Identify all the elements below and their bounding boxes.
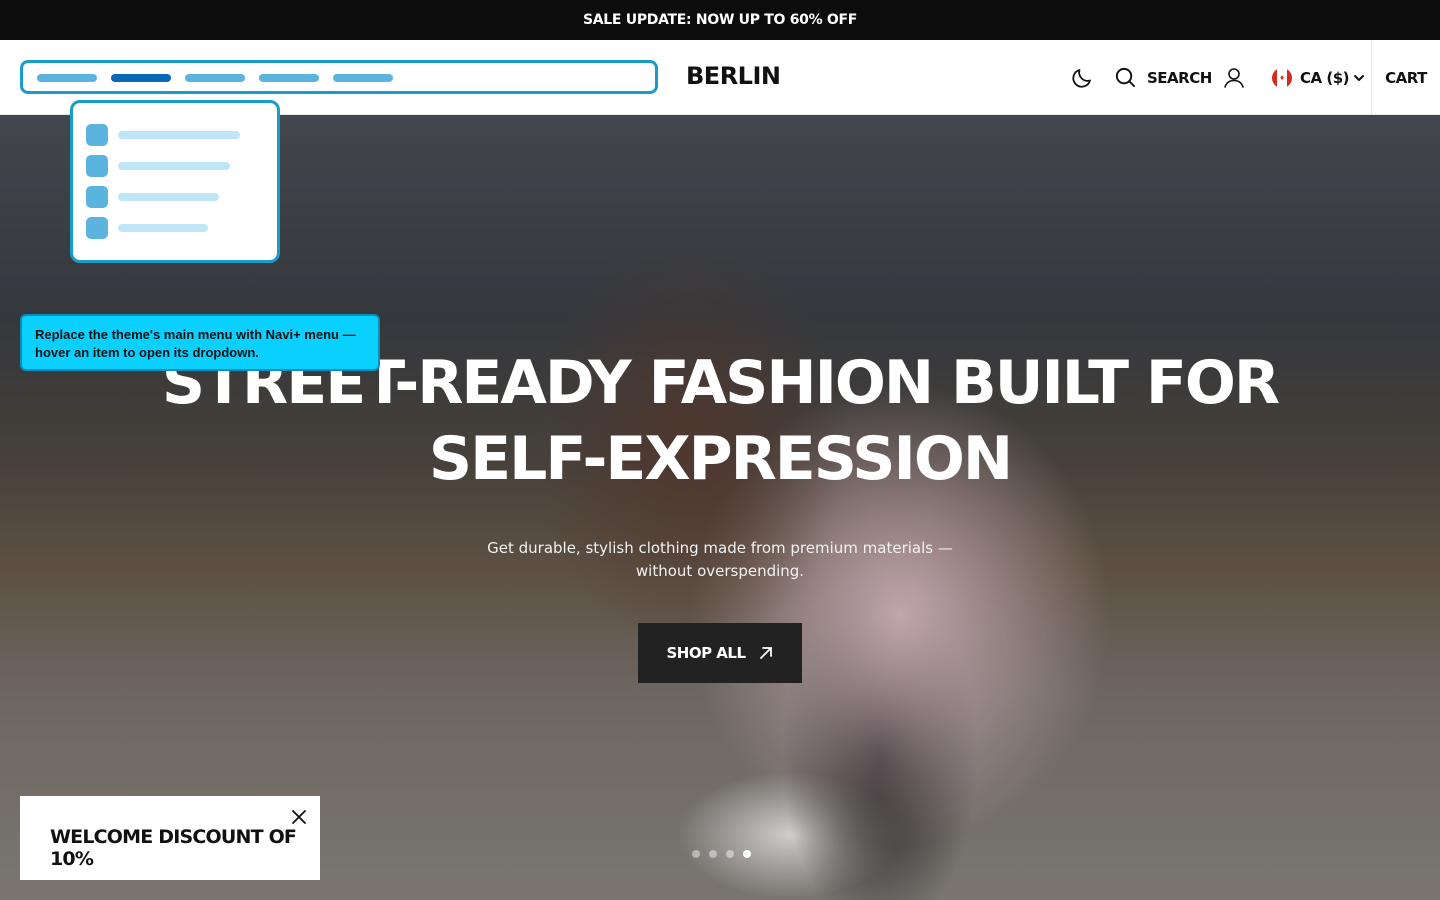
canada-flag-icon: ♦ bbox=[1272, 67, 1292, 88]
slide-dot[interactable] bbox=[709, 850, 717, 858]
dropdown-preview-item[interactable] bbox=[86, 155, 230, 177]
arrow-up-right-icon bbox=[759, 647, 772, 659]
theme-toggle-button[interactable] bbox=[1070, 40, 1094, 115]
hero-headline-line2: SELF-EXPRESSION bbox=[428, 424, 1013, 494]
navi-tooltip: Replace the theme's main menu with Navi+… bbox=[20, 314, 380, 371]
dropdown-preview-item[interactable] bbox=[86, 186, 219, 208]
menu-preview-item[interactable] bbox=[259, 74, 319, 82]
navi-dropdown-preview bbox=[70, 100, 280, 263]
dropdown-item-icon bbox=[86, 124, 108, 146]
store-logo[interactable]: BERLIN bbox=[686, 62, 781, 90]
slide-dot[interactable] bbox=[692, 850, 700, 858]
announcement-bar: SALE UPDATE: NOW UP TO 60% OFF bbox=[0, 0, 1440, 40]
dropdown-item-bar bbox=[118, 131, 240, 139]
search-icon bbox=[1115, 67, 1136, 88]
hero-subtext: Get durable, stylish clothing made from … bbox=[487, 539, 953, 580]
welcome-discount-popup[interactable]: WELCOME DISCOUNT OF 10% bbox=[20, 796, 320, 880]
dropdown-item-icon bbox=[86, 217, 108, 239]
shop-all-label: SHOP ALL bbox=[666, 644, 746, 662]
dropdown-preview-item[interactable] bbox=[86, 124, 240, 146]
chevron-down-icon bbox=[1354, 74, 1364, 81]
slideshow-dots bbox=[692, 850, 751, 858]
dropdown-item-bar bbox=[118, 162, 230, 170]
user-icon bbox=[1224, 67, 1244, 88]
announcement-text: SALE UPDATE: NOW UP TO 60% OFF bbox=[582, 12, 858, 28]
currency-label: CA ($) bbox=[1300, 68, 1350, 87]
cart-button[interactable]: CART bbox=[1371, 40, 1440, 115]
menu-preview-item-active[interactable] bbox=[111, 74, 171, 82]
menu-preview-item[interactable] bbox=[333, 74, 393, 82]
slide-dot[interactable] bbox=[726, 850, 734, 858]
dropdown-item-icon bbox=[86, 186, 108, 208]
dropdown-item-bar bbox=[118, 224, 208, 232]
search-button[interactable]: SEARCH bbox=[1114, 40, 1212, 115]
cart-label: CART bbox=[1385, 68, 1427, 87]
slide-dot-active[interactable] bbox=[743, 850, 751, 858]
dropdown-item-icon bbox=[86, 155, 108, 177]
menu-preview-item[interactable] bbox=[37, 74, 97, 82]
discount-text: WELCOME DISCOUNT OF 10% bbox=[50, 826, 297, 870]
close-icon[interactable] bbox=[290, 808, 308, 826]
dropdown-preview-item[interactable] bbox=[86, 217, 208, 239]
dropdown-item-bar bbox=[118, 193, 219, 201]
moon-icon bbox=[1072, 68, 1091, 88]
hero-content: STREET-READY FASHION BUILT FOR SELF-EXPR… bbox=[0, 345, 1440, 683]
search-label: SEARCH bbox=[1147, 68, 1212, 87]
navi-menu-preview[interactable] bbox=[20, 60, 658, 94]
account-button[interactable] bbox=[1222, 40, 1246, 115]
shop-all-button[interactable]: SHOP ALL bbox=[638, 623, 802, 683]
menu-preview-item[interactable] bbox=[185, 74, 245, 82]
currency-selector[interactable]: ♦ CA ($) bbox=[1272, 40, 1365, 115]
